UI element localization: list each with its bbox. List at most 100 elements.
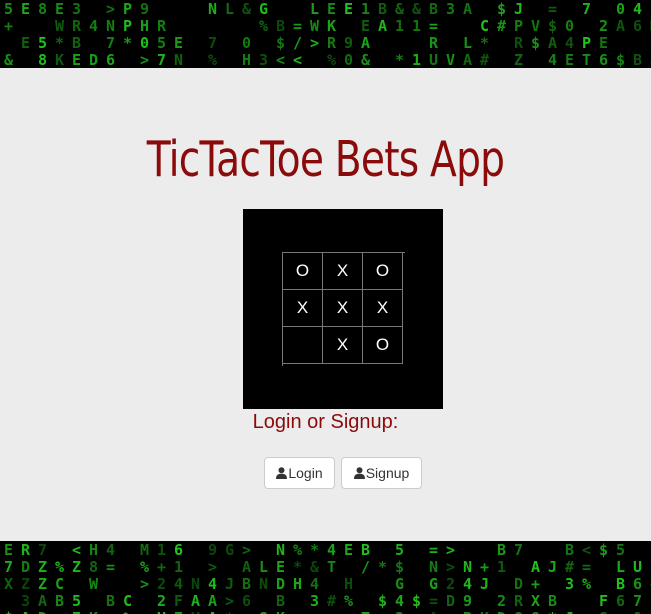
svg-text:%: % [55,558,64,576]
svg-text:B: B [242,575,251,593]
svg-text:A: A [548,34,557,52]
svg-text:*: * [225,609,234,614]
svg-text:1: 1 [157,541,166,559]
svg-text:8: 8 [38,0,47,18]
svg-text:B: B [429,0,438,18]
svg-text:=: = [429,17,438,35]
svg-text:8: 8 [38,51,47,68]
svg-text:K: K [480,609,489,614]
svg-text:4: 4 [463,575,472,593]
svg-text:4: 4 [106,541,115,559]
svg-text:A: A [378,17,387,35]
board-cell[interactable] [283,327,323,364]
login-button[interactable]: Login [264,457,335,489]
svg-text:>: > [446,541,455,559]
svg-text:1: 1 [395,17,404,35]
svg-text:&: & [4,51,14,68]
svg-text:7: 7 [208,34,217,52]
svg-text:D: D [21,558,30,576]
svg-text:F: F [599,592,608,610]
svg-text:B: B [616,575,625,593]
svg-text:0: 0 [565,17,574,35]
svg-text:A: A [463,51,472,68]
svg-text:9: 9 [463,592,472,610]
board-cell[interactable]: O [363,327,403,364]
svg-text:E: E [72,51,81,68]
svg-text:E: E [344,541,353,559]
svg-text:%: % [327,51,336,68]
svg-text:N: N [259,575,268,593]
svg-text:6: 6 [106,51,115,68]
svg-text:4: 4 [208,575,217,593]
svg-text:Z: Z [38,575,47,593]
svg-text:+: + [480,558,489,576]
svg-text:U: U [429,51,438,68]
svg-text:B: B [565,541,574,559]
svg-text:A: A [38,592,47,610]
svg-text:%: % [259,17,268,35]
board-cell[interactable]: O [363,253,403,290]
svg-text:4: 4 [89,17,98,35]
svg-text:E: E [276,558,285,576]
svg-text:B: B [106,592,115,610]
svg-text:=: = [548,0,557,18]
svg-text:3: 3 [310,592,319,610]
svg-text:6: 6 [633,17,642,35]
svg-text:8: 8 [514,609,523,614]
svg-text:%: % [582,575,591,593]
svg-text:1: 1 [412,17,421,35]
svg-text:4: 4 [633,0,642,18]
svg-text:G: G [429,575,438,593]
svg-text:N: N [276,541,285,559]
svg-text:/: / [361,558,370,576]
svg-text:*: * [548,609,557,614]
svg-text:T: T [327,558,336,576]
svg-text:9: 9 [140,0,149,18]
signup-label: Signup [365,465,410,481]
svg-text:E: E [565,51,574,68]
svg-text:D: D [89,51,98,68]
svg-text:>: > [446,558,455,576]
svg-text:9: 9 [208,541,217,559]
svg-text:P: P [123,17,132,35]
svg-text:L: L [463,34,472,52]
game-board-panel: O X O X X X X O [243,209,443,409]
svg-text:G: G [259,0,268,18]
svg-text:*: * [123,34,132,52]
user-icon [276,467,288,479]
svg-text:T: T [582,51,591,68]
board-cell[interactable]: X [283,290,323,327]
board-cell[interactable]: X [323,327,363,364]
svg-text:B: B [276,17,285,35]
svg-text:<: < [72,541,81,559]
board-cell[interactable]: X [363,290,403,327]
svg-text:%: % [123,609,132,614]
svg-text:X: X [531,592,540,610]
svg-text:J: J [548,558,557,576]
svg-text:G: G [395,575,404,593]
svg-text:E: E [361,17,370,35]
svg-text:U: U [633,558,642,576]
svg-text:=: = [429,592,438,610]
svg-text:R: R [327,34,337,52]
main-content: TicTacToe Bets App O X O X X X X O Login… [0,68,651,541]
svg-text:P: P [582,34,591,52]
signup-button[interactable]: Signup [341,457,422,489]
svg-text:V: V [446,51,455,68]
board-cell[interactable]: X [323,290,363,327]
svg-text:A: A [208,592,217,610]
board-cell[interactable]: X [323,253,363,290]
svg-text:2: 2 [497,592,506,610]
svg-text:4: 4 [395,592,404,610]
svg-text:N: N [174,51,183,68]
svg-text:R: R [514,592,524,610]
board-cell[interactable]: O [283,253,323,290]
svg-text:#: # [480,51,489,68]
svg-text:H: H [89,541,98,559]
svg-text:7: 7 [4,558,13,576]
svg-text:L: L [225,0,234,18]
svg-text:>: > [106,0,115,18]
svg-text:W: W [310,17,320,35]
svg-text:B: B [548,592,557,610]
svg-text:L: L [259,558,268,576]
